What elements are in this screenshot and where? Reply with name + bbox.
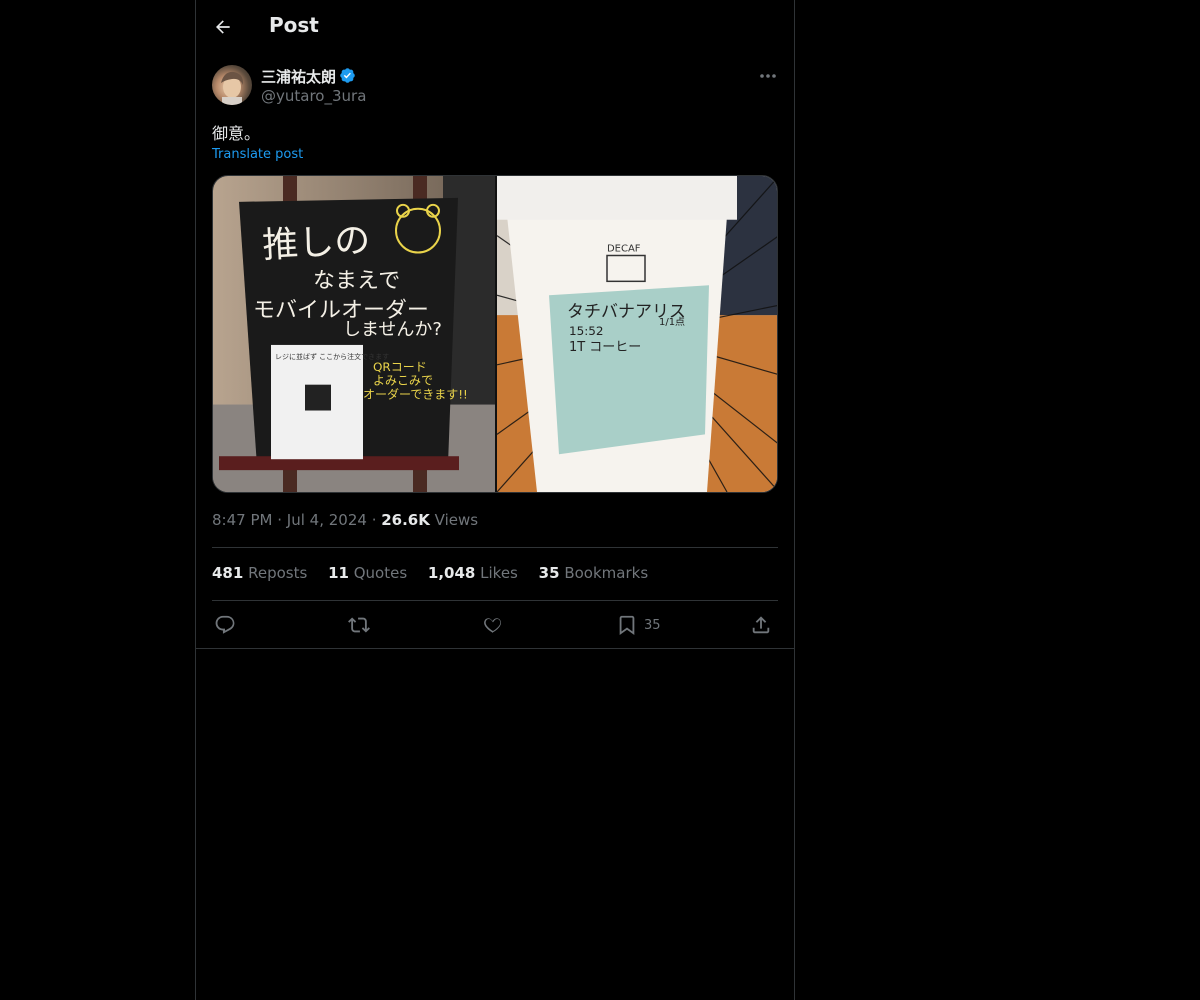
reply-button[interactable] [214, 612, 236, 638]
cup-label-corner: 1/1点 [659, 316, 685, 328]
bookmark-count: 35 [644, 617, 661, 633]
quotes-count: 11 [328, 564, 349, 582]
likes-count: 1,048 [427, 564, 476, 582]
back-arrow-icon [216, 20, 230, 34]
right-image[interactable]: DECAF タチバナアリス 15:52 1T コーヒー 1/1点 [497, 176, 778, 492]
post-header: Post [196, 0, 794, 54]
bookmarks-stat[interactable]: 35 Bookmarks [539, 564, 648, 582]
likes-stat[interactable]: 1,048 Likes [428, 564, 518, 582]
left-image[interactable]: 推しの なまえで モバイルオーダー しませんか? レジに並ばず ここから注文でき… [213, 176, 495, 492]
post-bottom-border [196, 648, 794, 649]
back-button[interactable] [208, 10, 238, 44]
views-count: 26.6K [381, 511, 430, 529]
author-display-name[interactable]: 三浦祐太朗 [261, 66, 336, 87]
meta-dot: · [371, 511, 382, 529]
more-options-button[interactable] [756, 66, 780, 86]
sign-qr-line-3: オーダーできます!! [363, 387, 468, 402]
quotes-label: Quotes [353, 564, 408, 582]
avatar-image [221, 71, 244, 105]
repost-icon [348, 617, 370, 633]
reposts-stat[interactable]: 481 Reposts [212, 564, 307, 582]
author-handle[interactable]: @yutaro_3ura [261, 87, 366, 105]
heart-icon [484, 618, 501, 633]
sign-line-2: なまえで [313, 268, 400, 293]
repost-button[interactable] [348, 612, 370, 638]
bookmark-icon [619, 615, 635, 636]
post-meta: 8:47 PM · Jul 4, 2024 · 26.6K Views [212, 511, 478, 529]
bookmarks-label: Bookmarks [564, 564, 649, 582]
reposts-label: Reposts [248, 564, 308, 582]
likes-label: Likes [480, 564, 518, 582]
timeline-column: Post 三浦祐太朗 @yutaro_3ura 御意。 Translate po… [195, 0, 795, 1000]
cup-label-line-2: 15:52 [569, 324, 604, 338]
bookmarks-count: 35 [538, 564, 560, 582]
quotes-stat[interactable]: 11 Quotes [328, 564, 407, 582]
post-time[interactable]: 8:47 PM [212, 511, 272, 529]
divider [212, 547, 778, 548]
reply-icon [215, 615, 235, 634]
translate-post-link[interactable]: Translate post [212, 147, 303, 162]
reposts-count: 481 [212, 564, 244, 582]
sign-line-1: 推しの [261, 220, 371, 266]
action-bar: 35 [212, 612, 778, 638]
bookmark-button[interactable]: 35 [616, 612, 661, 638]
post-date[interactable]: Jul 4, 2024 [287, 511, 367, 529]
sign-line-4: しませんか? [343, 319, 442, 340]
divider [212, 600, 778, 601]
verified-badge-icon [340, 68, 355, 83]
like-button[interactable] [482, 612, 504, 638]
share-button[interactable] [750, 612, 772, 638]
sign-qr-line-1: QRコード [373, 360, 427, 374]
sign-qr-line-2: よみこみで [373, 374, 433, 388]
cup-top-text: DECAF [607, 244, 641, 255]
cup-label-line-3: 1T コーヒー [569, 340, 641, 355]
views-label: Views [434, 511, 479, 529]
avatar[interactable] [212, 65, 252, 105]
post-text: 御意。 [212, 124, 261, 143]
post-media[interactable]: 推しの なまえで モバイルオーダー しませんか? レジに並ばず ここから注文でき… [212, 175, 778, 493]
engagement-stats: 481 Reposts 11 Quotes 1,048 Likes 35 Boo… [212, 564, 664, 582]
more-dots-icon [760, 74, 776, 78]
meta-dot: · [277, 511, 287, 529]
page-title: Post [269, 13, 319, 37]
sign-card-text: レジに並ばず ここから注文できます [275, 352, 389, 361]
share-icon [752, 616, 770, 634]
